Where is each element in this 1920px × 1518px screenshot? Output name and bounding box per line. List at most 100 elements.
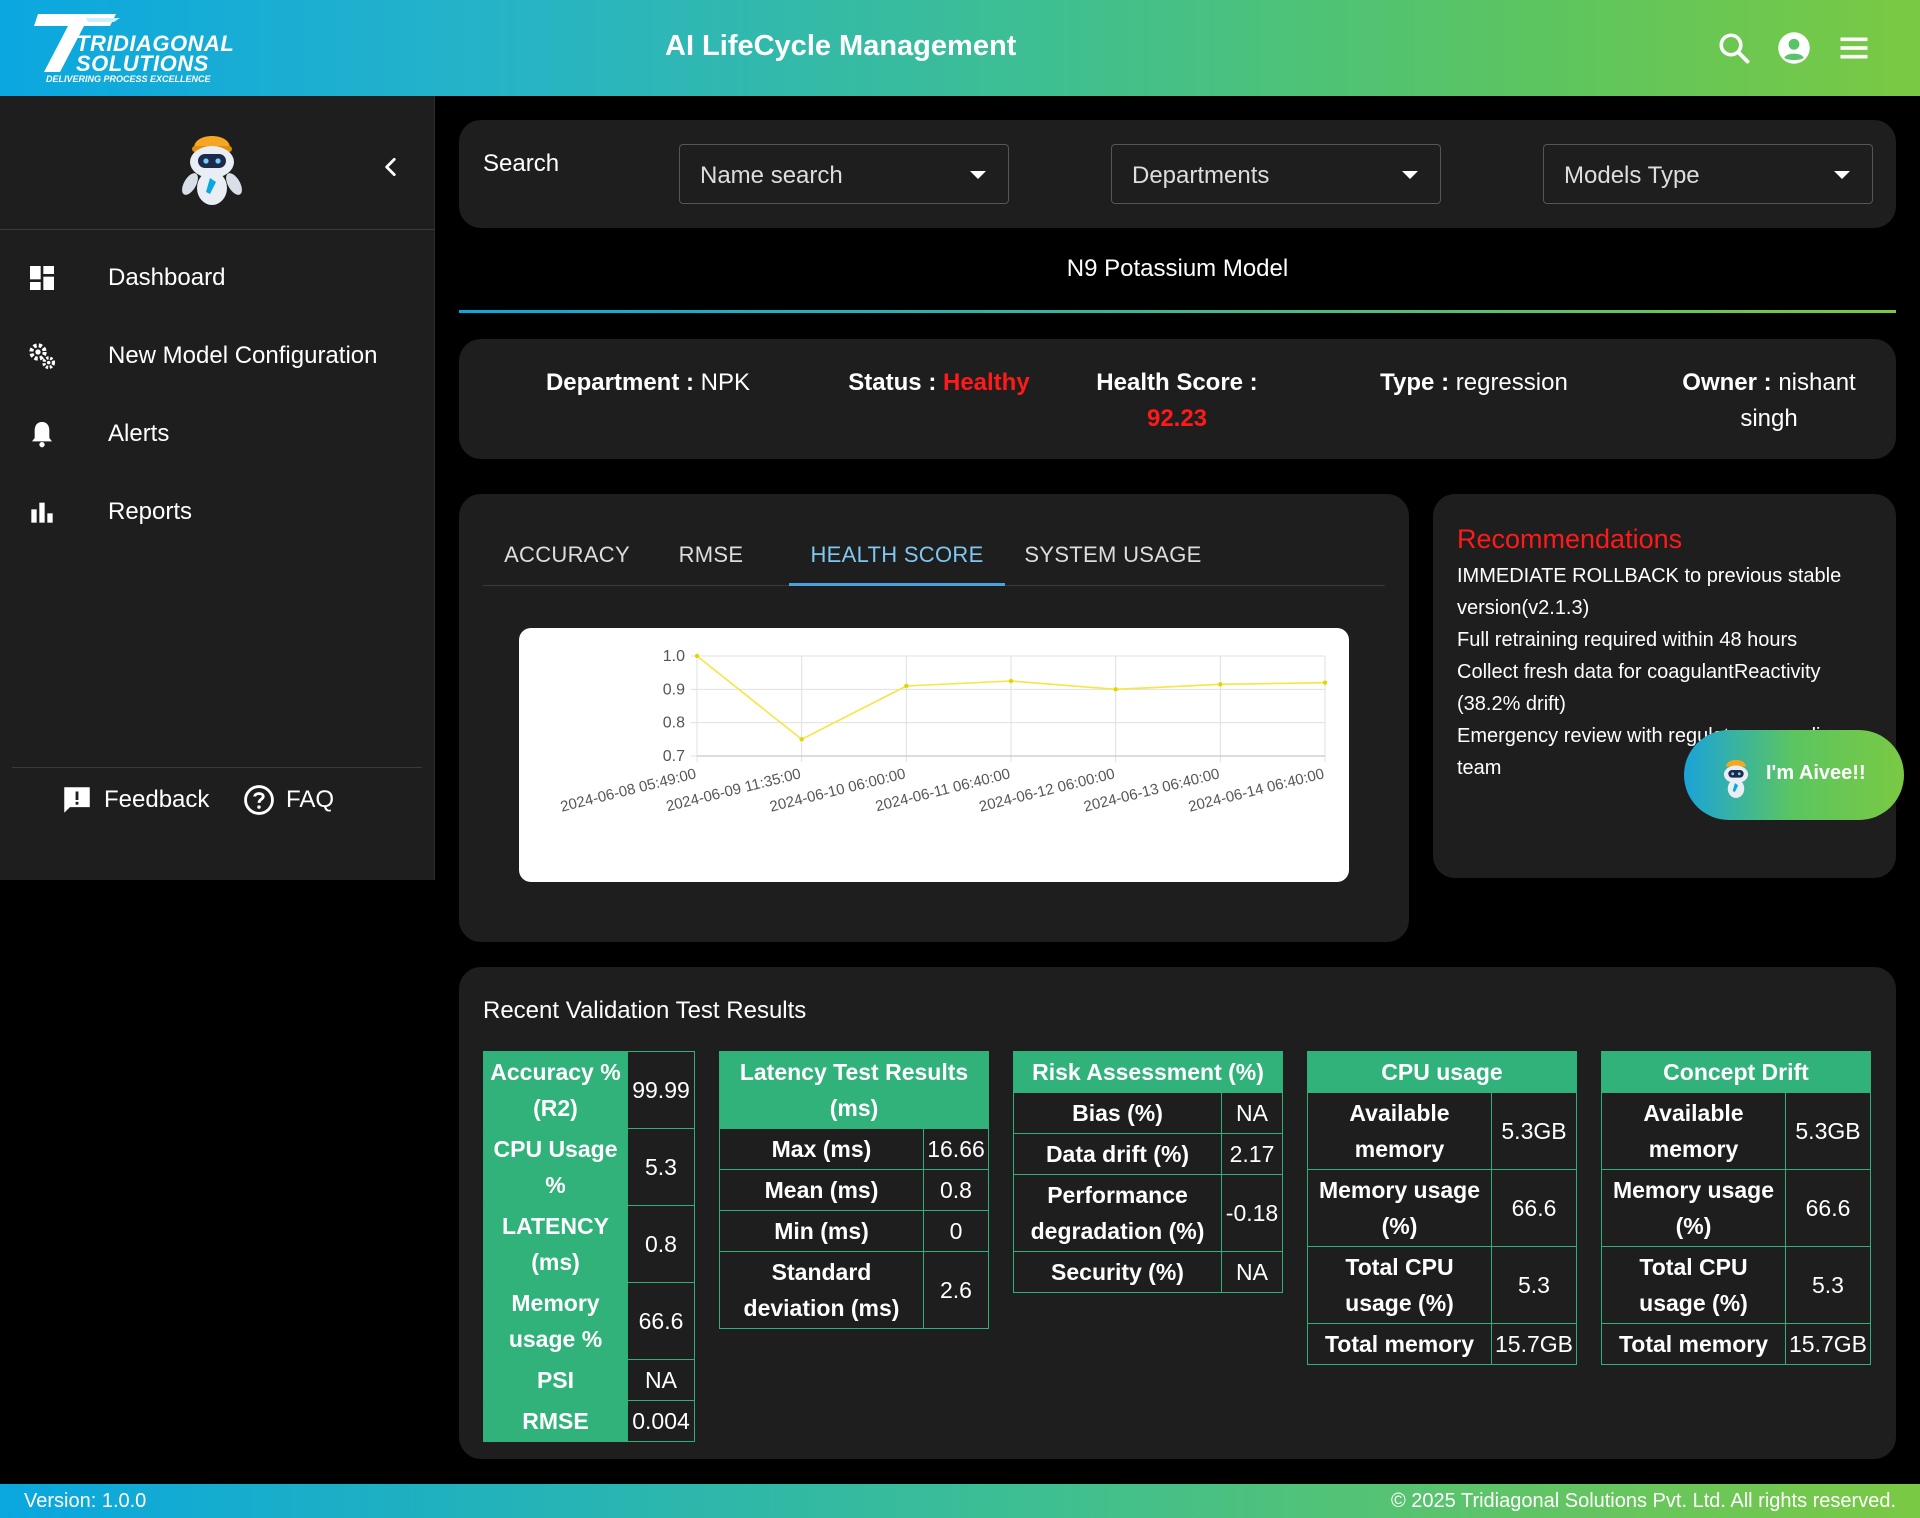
company-logo[interactable]: TRIDIAGONAL SOLUTIONS DELIVERING PROCESS… (34, 10, 244, 88)
table-row: Memory usage (%) 66.6 (1601, 1169, 1871, 1247)
logo-text: TRIDIAGONAL SOLUTIONS (76, 33, 234, 75)
drift-table-title: Concept Drift (1601, 1051, 1871, 1093)
owner-info: Owner : nishant singh (1669, 365, 1869, 437)
models-type-dropdown[interactable]: Models Type (1543, 144, 1873, 204)
health-score-point (1008, 678, 1014, 684)
name-search-dropdown[interactable]: Name search (679, 144, 1009, 204)
drift-key: Available memory (1601, 1092, 1786, 1170)
departments-dropdown[interactable]: Departments (1111, 144, 1441, 204)
recommendations-panel: Recommendations IMMEDIATE ROLLBACK to pr… (1433, 494, 1896, 878)
account-icon[interactable] (1776, 30, 1812, 66)
latency-value: 0.8 (923, 1169, 989, 1211)
department-label: Department : (545, 369, 694, 396)
sidebar-item-label: Dashboard (108, 264, 226, 291)
type-label: Type : (1380, 369, 1450, 396)
sidebar-item-label: Alerts (108, 420, 170, 447)
table-row: Available memory 5.3GB (1601, 1092, 1871, 1170)
robot-mascot-icon (1723, 760, 1749, 798)
latency-value: 16.66 (923, 1128, 989, 1170)
table-row: RMSE 0.004 (483, 1400, 695, 1442)
gears-icon (29, 343, 56, 370)
table-row: Bias (%) NA (1013, 1092, 1283, 1134)
menu-icon[interactable] (1836, 30, 1872, 66)
table-row: Standard deviation (ms) 2.6 (719, 1251, 989, 1329)
version-text: Version: 1.0.0 (24, 1490, 147, 1512)
feedback-link[interactable]: Feedback (60, 782, 209, 818)
help-circle-icon (244, 785, 274, 815)
latency-table: Latency Test Results (ms) Max (ms) 16.66 … (719, 1051, 989, 1329)
copyright-text: © 2025 Tridiagonal Solutions Pvt. Ltd. A… (1390, 1490, 1896, 1512)
health-score-value: 92.23 (1146, 405, 1208, 432)
type-info: Type : regression (1359, 365, 1589, 401)
health-score-point (1113, 687, 1118, 692)
table-row: Total memory 15.7GB (1307, 1323, 1577, 1365)
table-row: LATENCY (ms) 0.8 (483, 1205, 695, 1283)
table-row: Performance degradation (%) -0.18 (1013, 1174, 1283, 1252)
recommendation-item: IMMEDIATE ROLLBACK to previous stable ve… (1457, 565, 1842, 619)
risk-key: Data drift (%) (1013, 1133, 1222, 1175)
table-row: PSI NA (483, 1359, 695, 1401)
latency-value: 2.6 (923, 1251, 989, 1329)
sidebar-item-dashboard[interactable]: Dashboard (0, 246, 435, 310)
sidebar-item-alerts[interactable]: Alerts (0, 402, 435, 466)
cpu-value: 15.7GB (1491, 1323, 1577, 1365)
health-score-point (799, 737, 804, 742)
name-search-value: Name search (700, 162, 843, 189)
risk-key: Bias (%) (1013, 1092, 1222, 1134)
health-score-point (904, 683, 909, 689)
table-row: Min (ms) 0 (719, 1210, 989, 1252)
recommendation-item: Full retraining required within 48 hours (1457, 629, 1798, 651)
summary-value: 5.3 (627, 1128, 695, 1206)
summary-key: Accuracy % (R2) (483, 1051, 628, 1129)
health-score-point (1322, 680, 1328, 685)
y-tick-label: 1.0 (663, 648, 685, 665)
aivee-chat-button[interactable]: I'm Aivee!! (1684, 730, 1904, 820)
health-score-point (694, 653, 700, 659)
summary-value: 99.99 (627, 1051, 695, 1129)
y-tick-label: 0.9 (663, 681, 685, 698)
table-header-row: CPU usage (1307, 1051, 1577, 1093)
cpu-usage-table: CPU usage Available memory 5.3GB Memory u… (1307, 1051, 1577, 1365)
search-icon[interactable] (1716, 30, 1752, 66)
health-score-point (1218, 682, 1223, 687)
validation-title: Recent Validation Test Results (483, 997, 807, 1024)
risk-value: 2.17 (1221, 1133, 1283, 1175)
feedback-icon (64, 787, 90, 813)
robot-mascot-icon (182, 136, 242, 205)
summary-key: RMSE (483, 1400, 628, 1442)
tab-system-usage[interactable]: SYSTEM USAGE (1005, 538, 1221, 586)
risk-table-title: Risk Assessment (%) (1013, 1051, 1283, 1093)
recommendation-item: Collect fresh data for coagulantReactivi… (1457, 661, 1821, 715)
sidebar-item-label: New Model Configuration (108, 342, 378, 369)
latency-key: Min (ms) (719, 1210, 924, 1252)
recommendations-title: Recommendations (1457, 524, 1683, 554)
tab-health-score[interactable]: HEALTH SCORE (789, 538, 1005, 586)
sidebar-item-label: Reports (108, 498, 193, 525)
validation-results-panel: Recent Validation Test Results Accuracy … (459, 967, 1896, 1459)
table-row: Accuracy % (R2) 99.99 (483, 1051, 695, 1129)
status-info: Status : Healthy (839, 365, 1039, 401)
drift-value: 15.7GB (1785, 1323, 1871, 1365)
cpu-key: Available memory (1307, 1092, 1492, 1170)
summary-value: 0.8 (627, 1205, 695, 1283)
owner-label: Owner : (1682, 369, 1772, 396)
dashboard-icon (30, 266, 54, 290)
risk-value: NA (1221, 1092, 1283, 1134)
summary-key: LATENCY (ms) (483, 1205, 628, 1283)
cpu-key: Memory usage (%) (1307, 1169, 1492, 1247)
sidebar-item-new-model-configuration[interactable]: New Model Configuration (0, 324, 435, 388)
summary-value: 0.004 (627, 1400, 695, 1442)
health-score-chart-card: 1.0 0.9 0.8 0.7 2024-06-08 05:49:00 2024-06-0… (519, 628, 1349, 882)
summary-value: 66.6 (627, 1282, 695, 1360)
tab-rmse[interactable]: RMSE (651, 538, 771, 586)
table-row: Total CPU usage (%) 5.3 (1307, 1246, 1577, 1324)
collapse-sidebar-icon[interactable] (378, 154, 404, 180)
concept-drift-table: Concept Drift Available memory 5.3GB Memo… (1601, 1051, 1871, 1365)
faq-link[interactable]: FAQ (242, 782, 334, 818)
bar-chart-icon (31, 502, 53, 523)
app-header: TRIDIAGONAL SOLUTIONS DELIVERING PROCESS… (0, 0, 1920, 96)
y-tick-label: 0.8 (663, 715, 685, 732)
sidebar-item-reports[interactable]: Reports (0, 480, 435, 544)
tab-accuracy[interactable]: ACCURACY (483, 538, 651, 586)
health-score-info: Health Score : 92.23 (1077, 365, 1277, 437)
